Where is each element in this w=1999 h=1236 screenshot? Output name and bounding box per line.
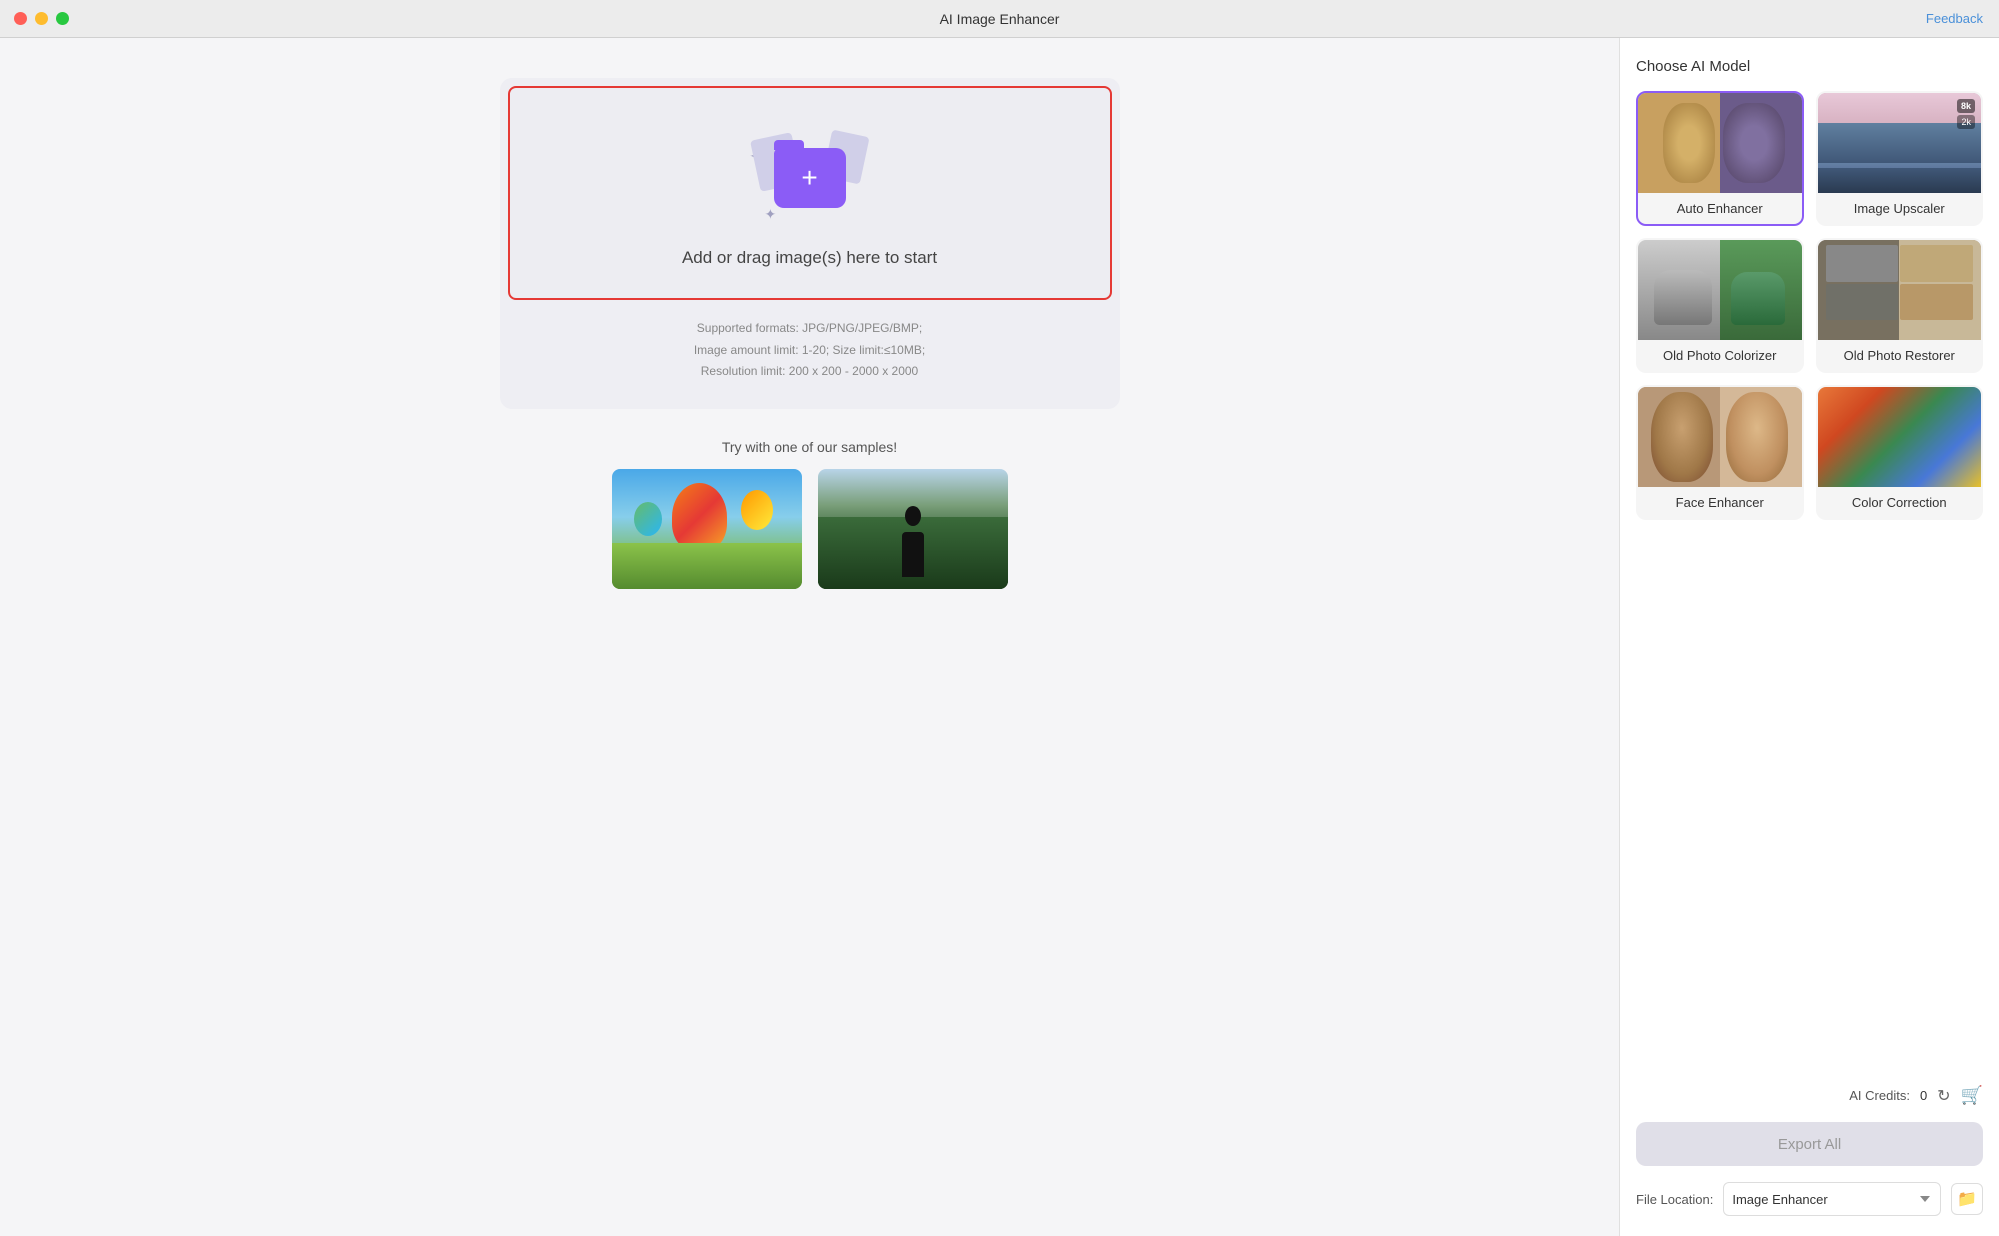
feedback-link[interactable]: Feedback	[1926, 11, 1983, 26]
upscaler-bg: 8k 2k	[1818, 93, 1982, 193]
model-card-face-enhancer[interactable]: Face Enhancer	[1636, 385, 1804, 520]
upscaler-8k-badge: 8k	[1957, 99, 1975, 113]
title-bar: AI Image Enhancer Feedback	[0, 0, 1999, 38]
upload-info: Supported formats: JPG/PNG/JPEG/BMP; Ima…	[528, 318, 1092, 383]
cart-icon[interactable]: 🛒	[1961, 1085, 1983, 1106]
upload-icon-area: + ✦ ✦	[750, 128, 870, 228]
credits-value: 0	[1920, 1088, 1927, 1103]
restorer-image	[1818, 240, 1982, 340]
color-correction-image	[1818, 387, 1982, 487]
left-panel: + ✦ ✦ Add or drag image(s) here to start…	[0, 38, 1619, 1236]
auto-enhancer-label: Auto Enhancer	[1638, 193, 1802, 224]
upload-drag-text: Add or drag image(s) here to start	[682, 248, 937, 268]
model-grid: Auto Enhancer 8k 2k Image Upscaler	[1636, 91, 1983, 520]
traffic-lights	[14, 12, 69, 25]
face-enhancer-image	[1638, 387, 1802, 487]
maximize-button[interactable]	[56, 12, 69, 25]
person-body	[902, 532, 924, 577]
refresh-icon[interactable]: ↻	[1937, 1086, 1950, 1106]
color-correction-label: Color Correction	[1818, 487, 1982, 518]
model-card-auto-enhancer[interactable]: Auto Enhancer	[1636, 91, 1804, 226]
colorizer-image	[1638, 240, 1802, 340]
file-location-row: File Location: Image Enhancer 📁	[1636, 1182, 1983, 1216]
file-location-label: File Location:	[1636, 1192, 1713, 1207]
credits-row: AI Credits: 0 ↻ 🛒	[1636, 1073, 1983, 1122]
open-folder-button[interactable]: 📁	[1951, 1183, 1983, 1215]
sample-forest[interactable]	[818, 469, 1008, 589]
balloon-image	[612, 469, 802, 589]
person-head	[905, 506, 921, 526]
samples-section: Try with one of our samples!	[500, 439, 1120, 589]
image-upscaler-label: Image Upscaler	[1818, 193, 1982, 224]
minimize-button[interactable]	[35, 12, 48, 25]
folder-icon: +	[774, 148, 846, 208]
sparkle-icon-bl: ✦	[765, 206, 777, 223]
samples-title: Try with one of our samples!	[722, 439, 897, 455]
right-spacer	[1636, 520, 1983, 1073]
right-panel: Choose AI Model Auto Enhancer	[1619, 38, 1999, 1236]
credits-label: AI Credits:	[1849, 1088, 1910, 1103]
model-card-old-photo-colorizer[interactable]: Old Photo Colorizer	[1636, 238, 1804, 373]
colorizer-label: Old Photo Colorizer	[1638, 340, 1802, 371]
model-card-color-correction[interactable]: Color Correction	[1816, 385, 1984, 520]
file-location-select[interactable]: Image Enhancer	[1723, 1182, 1941, 1216]
upload-info-line1: Supported formats: JPG/PNG/JPEG/BMP;	[697, 321, 922, 335]
restorer-label: Old Photo Restorer	[1818, 340, 1982, 371]
export-all-button[interactable]: Export All	[1636, 1122, 1983, 1166]
folder-open-icon: 📁	[1957, 1189, 1977, 1209]
app-title: AI Image Enhancer	[940, 11, 1060, 27]
upload-info-line2: Image amount limit: 1-20; Size limit:≤10…	[694, 343, 925, 357]
plus-icon: +	[801, 164, 817, 192]
main-layout: + ✦ ✦ Add or drag image(s) here to start…	[0, 38, 1999, 1236]
upscaler-2k-badge: 2k	[1957, 115, 1975, 129]
forest-image	[818, 469, 1008, 589]
samples-row	[612, 469, 1008, 589]
upload-outer: + ✦ ✦ Add or drag image(s) here to start…	[500, 78, 1120, 409]
close-button[interactable]	[14, 12, 27, 25]
ai-model-title: Choose AI Model	[1636, 58, 1983, 75]
model-card-old-photo-restorer[interactable]: Old Photo Restorer	[1816, 238, 1984, 373]
model-card-image-upscaler[interactable]: 8k 2k Image Upscaler	[1816, 91, 1984, 226]
image-upscaler-image: 8k 2k	[1818, 93, 1982, 193]
upload-info-line3: Resolution limit: 200 x 200 - 2000 x 200…	[701, 364, 918, 378]
upload-info-area: Supported formats: JPG/PNG/JPEG/BMP; Ima…	[508, 300, 1112, 401]
face-enhancer-label: Face Enhancer	[1638, 487, 1802, 518]
sample-balloons[interactable]	[612, 469, 802, 589]
auto-enhancer-image	[1638, 93, 1802, 193]
upload-area[interactable]: + ✦ ✦ Add or drag image(s) here to start	[508, 86, 1112, 300]
